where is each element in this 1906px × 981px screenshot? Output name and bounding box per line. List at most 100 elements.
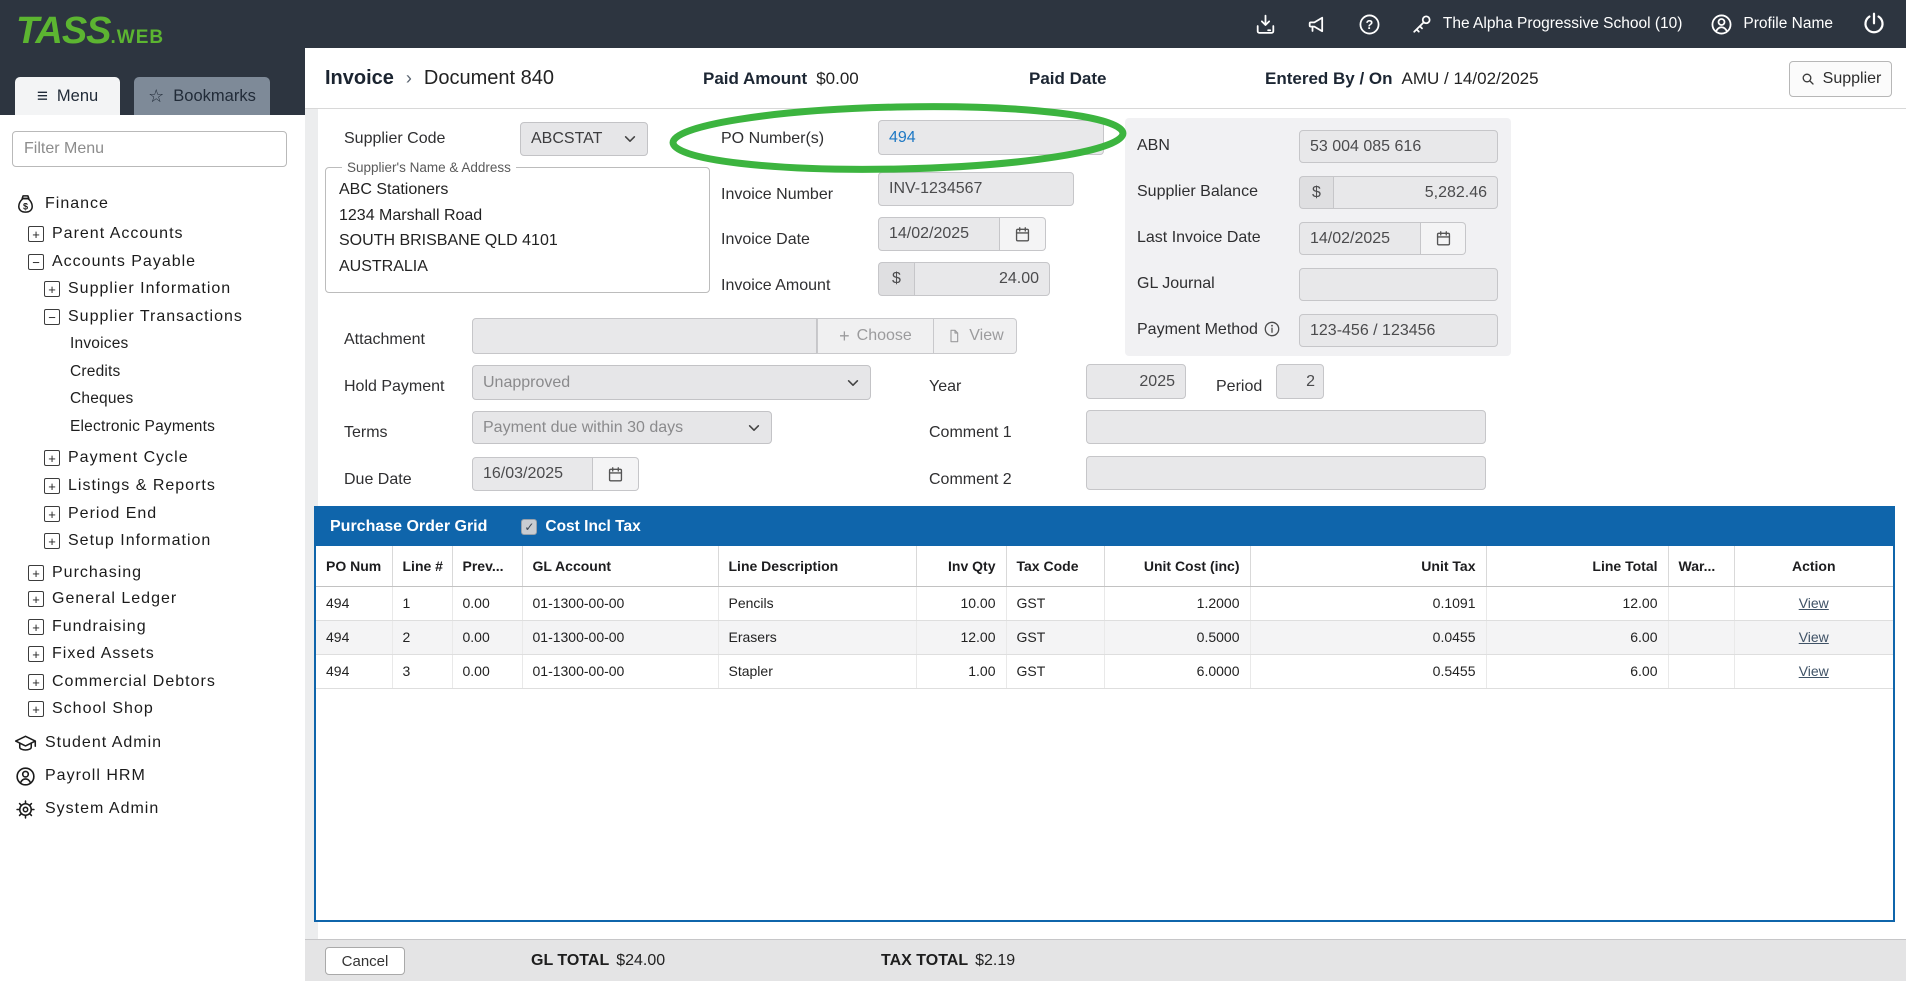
sidebar-item-school-shop[interactable]: + School Shop (28, 697, 154, 721)
supplier-address-fieldset: Supplier's Name & Address ABC Stationers… (325, 160, 710, 293)
power-icon[interactable] (1860, 10, 1888, 38)
year-input[interactable] (1086, 364, 1186, 399)
expand-icon[interactable]: + (28, 591, 44, 607)
column-header-unit-cost-inc-: Unit Cost (inc) (1104, 546, 1250, 586)
paid-amount-value: $0.00 (816, 69, 859, 89)
expand-icon[interactable]: + (28, 674, 44, 690)
supplier-code-select[interactable]: ABCSTAT (520, 122, 648, 156)
table-row: 49410.0001-1300-00-00Pencils10.00GST1.20… (316, 586, 1893, 620)
invoice-date-input[interactable] (878, 217, 1000, 251)
expand-icon[interactable]: + (44, 533, 60, 549)
school-switcher[interactable]: The Alpha Progressive School (10) (1409, 12, 1683, 37)
expand-icon[interactable]: + (28, 701, 44, 717)
view-link[interactable]: View (1799, 595, 1829, 611)
entered-by: Entered By / On AMU / 14/02/2025 (1265, 48, 1539, 109)
profile-icon (1709, 12, 1734, 37)
sidebar-item-label: School Shop (52, 700, 154, 718)
sidebar-item-student-admin[interactable]: Student Admin (14, 731, 162, 755)
supplier-balance-input[interactable] (1333, 176, 1498, 209)
sidebar-item-setup-information[interactable]: +Setup Information (44, 529, 211, 553)
expand-icon[interactable]: + (28, 565, 44, 581)
supplier-button[interactable]: Supplier (1789, 61, 1892, 97)
last-invoice-date-calendar-button[interactable] (1421, 222, 1466, 255)
cell-war- (1668, 620, 1734, 654)
tab-bookmarks[interactable]: ☆ Bookmarks (134, 77, 270, 115)
supplier-code-label: Supplier Code (344, 130, 445, 148)
view-link[interactable]: View (1799, 629, 1829, 645)
expand-icon[interactable]: + (44, 450, 60, 466)
sidebar-item-credits[interactable]: Credits (70, 360, 121, 384)
info-icon[interactable] (1264, 321, 1280, 337)
profile-name: Profile Name (1743, 15, 1833, 33)
sidebar-item-supplier-transactions[interactable]: −Supplier Transactions (44, 305, 243, 329)
sidebar-item-supplier-information[interactable]: +Supplier Information (44, 277, 231, 301)
comment2-input[interactable] (1086, 456, 1486, 490)
address-line: AUSTRALIA (339, 254, 709, 280)
expand-icon[interactable]: + (44, 478, 60, 494)
calendar-icon (606, 465, 625, 484)
payment-method-input[interactable] (1299, 314, 1498, 347)
cell-inv-qty: 10.00 (916, 586, 1006, 620)
po-numbers-input[interactable] (878, 120, 1104, 155)
attachment-choose-button[interactable]: + Choose (817, 318, 934, 354)
help-icon[interactable] (1357, 12, 1382, 37)
expand-icon[interactable]: + (28, 226, 44, 242)
collapse-icon[interactable]: − (44, 309, 60, 325)
download-icon[interactable] (1253, 12, 1278, 37)
cost-incl-tax-checkbox[interactable]: ✓ Cost Incl Tax (521, 518, 640, 536)
last-invoice-date-input[interactable] (1299, 222, 1421, 255)
attachment-view-button[interactable]: View (934, 318, 1017, 354)
sidebar-item-finance[interactable]: Finance (14, 192, 109, 216)
invoice-amount-input[interactable] (914, 262, 1050, 296)
abn-input[interactable] (1299, 130, 1498, 163)
sidebar-item-period-end[interactable]: +Period End (44, 502, 157, 526)
sidebar-item-payroll-hrm[interactable]: Payroll HRM (14, 764, 146, 788)
sidebar-item-fundraising[interactable]: +Fundraising (28, 615, 147, 639)
tab-menu[interactable]: ≡ Menu (15, 77, 120, 115)
invoice-amount-label: Invoice Amount (721, 277, 830, 295)
collapse-icon[interactable]: − (28, 254, 44, 270)
sidebar-item-purchasing[interactable]: +Purchasing (28, 561, 142, 585)
terms-select[interactable]: Payment due within 30 days (472, 411, 772, 444)
expand-icon[interactable]: + (28, 619, 44, 635)
sidebar-item-listings-reports[interactable]: +Listings & Reports (44, 474, 216, 498)
cancel-button[interactable]: Cancel (325, 947, 405, 975)
sidebar-item-invoices[interactable]: Invoices (70, 332, 128, 356)
comment1-input[interactable] (1086, 410, 1486, 444)
megaphone-icon[interactable] (1305, 12, 1330, 37)
sidebar-item-system-admin[interactable]: System Admin (14, 797, 159, 821)
attachment-input[interactable] (472, 318, 817, 354)
view-link[interactable]: View (1799, 663, 1829, 679)
sidebar-item-label: Credits (70, 363, 121, 381)
sidebar-item-cheques[interactable]: Cheques (70, 387, 133, 411)
checkbox-check-icon: ✓ (521, 519, 537, 535)
paid-date-label: Paid Date (1029, 69, 1106, 89)
sidebar-item-commercial-debtors[interactable]: +Commercial Debtors (28, 670, 216, 694)
expand-icon[interactable]: + (44, 506, 60, 522)
gl-journal-input[interactable] (1299, 268, 1498, 301)
sidebar-item-general-ledger[interactable]: +General Ledger (28, 587, 177, 611)
expand-icon[interactable]: + (28, 646, 44, 662)
expand-icon[interactable]: + (44, 281, 60, 297)
sidebar-item-accounts-payable[interactable]: −Accounts Payable (28, 250, 196, 274)
invoice-number-label: Invoice Number (721, 186, 833, 204)
entered-by-label: Entered By / On (1265, 69, 1393, 89)
cell-line-: 1 (392, 586, 452, 620)
cell-line-total: 12.00 (1486, 586, 1668, 620)
due-date-input[interactable] (472, 457, 593, 491)
cell-line-total: 6.00 (1486, 654, 1668, 688)
sidebar-item-payment-cycle[interactable]: +Payment Cycle (44, 446, 189, 470)
sidebar-item-electronic-payments[interactable]: Electronic Payments (70, 415, 215, 439)
period-input[interactable] (1276, 364, 1324, 399)
column-header-line-total: Line Total (1486, 546, 1668, 586)
sidebar-item-fixed-assets[interactable]: +Fixed Assets (28, 642, 155, 666)
due-date-calendar-button[interactable] (593, 457, 639, 491)
cell-tax-code: GST (1006, 620, 1104, 654)
hold-payment-select[interactable]: Unapproved (472, 365, 871, 400)
invoice-number-input[interactable] (878, 172, 1074, 206)
person-icon (14, 765, 37, 788)
profile-menu[interactable]: Profile Name (1709, 12, 1833, 37)
sidebar-item-parent-accounts[interactable]: +Parent Accounts (28, 222, 184, 246)
cell-action: View (1734, 586, 1893, 620)
invoice-date-calendar-button[interactable] (1000, 217, 1046, 251)
